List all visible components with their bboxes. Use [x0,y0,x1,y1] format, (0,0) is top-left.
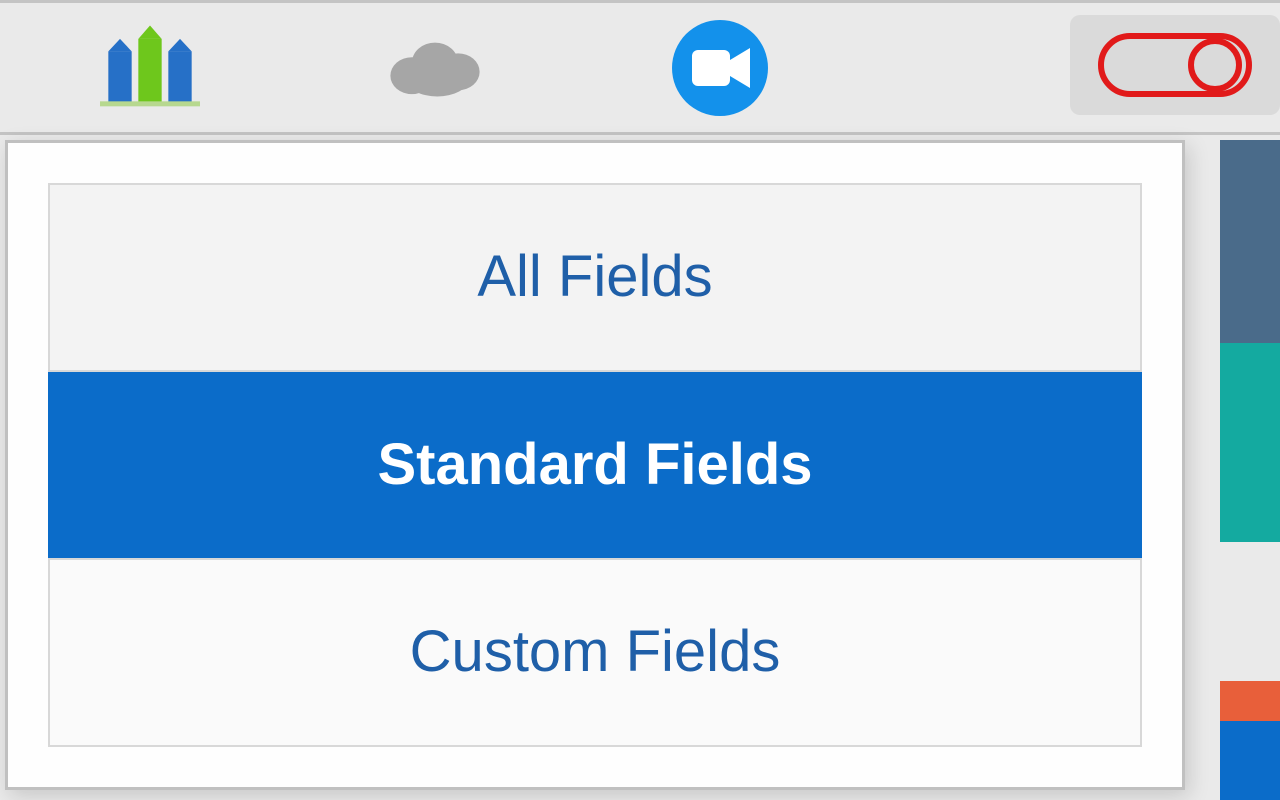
dropdown-item-all-fields[interactable]: All Fields [48,183,1142,372]
dropdown-item-custom-fields[interactable]: Custom Fields [48,558,1142,747]
stripe-orange [1220,681,1280,721]
dropdown-item-label: Standard Fields [377,432,812,499]
record-toggle-button[interactable] [1070,15,1280,115]
dropdown-item-standard-fields[interactable]: Standard Fields [48,372,1142,557]
dropdown-item-label: All Fields [477,244,712,311]
stripe-slate [1220,140,1280,343]
cloud-icon[interactable] [385,28,485,108]
stripe-blue [1220,721,1280,800]
stripe-teal [1220,343,1280,542]
buildings-icon[interactable] [100,28,200,108]
record-icon [1095,30,1255,100]
fields-dropdown-panel: All Fields Standard Fields Custom Fields [5,140,1185,790]
side-color-stripes [1220,140,1280,800]
toolbar [0,0,1280,135]
video-call-icon[interactable] [670,28,770,108]
stripe-grey [1220,542,1280,681]
dropdown-item-label: Custom Fields [410,619,781,686]
